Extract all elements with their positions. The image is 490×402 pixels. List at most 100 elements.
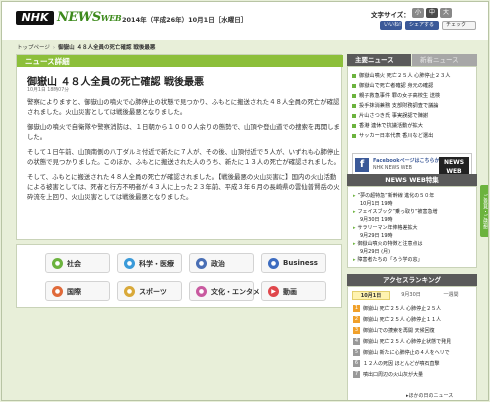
news-item[interactable]: 御嶽山噴火 死亡２５人 心肺停止２３人	[352, 72, 451, 79]
special-item-date: 9月29日 19時	[360, 233, 393, 239]
article-body: 警察によりますと、御嶽山の噴火で心肺停止の状態で見つかり、ふもとに搬送された４８…	[27, 97, 341, 207]
news-item[interactable]: 御嶽山で死亡者確認 身元の確認	[352, 82, 433, 89]
news-web-logo[interactable]: NEWSWEB	[57, 10, 122, 25]
facebook-icon: f	[355, 158, 369, 172]
special-item[interactable]: ▸ フェイスブック”乗っ取り”被害急増	[353, 208, 438, 215]
rank-number: 7	[353, 371, 360, 378]
ranking-more-label: ほかの日のニュース	[408, 393, 454, 399]
section-label: ニュース詳細	[25, 57, 70, 66]
special-item[interactable]: ▸ 障害者たちの「ろう学の窓」	[353, 256, 423, 263]
facebook-like-button[interactable]: いいね!	[380, 21, 402, 30]
genre-science-button[interactable]: ● 科学・医療	[117, 253, 182, 273]
special-item-title: 御嶽山噴火の特徴と注意点は	[357, 241, 423, 247]
article-panel: ニュース詳細 御嶽山 ４８人全員の死亡確認 戦後最悪 10月1日 18時07分 …	[16, 54, 343, 240]
bullet-icon	[352, 103, 356, 108]
special-item[interactable]: ▸ ”夢の超特急”新幹線 進化の５０年	[353, 192, 434, 199]
news-item-label: 片山さつき氏 事実誤認で陳謝	[359, 113, 429, 119]
nhk-logo[interactable]: NHK	[16, 11, 54, 25]
rank-item-title: 御嶽山 死亡２５人 心肺停止２５人	[363, 306, 442, 312]
politics-icon: ●	[196, 258, 207, 269]
font-large-button[interactable]: 大	[440, 8, 452, 18]
arrow-icon: ▸	[353, 193, 356, 199]
breadcrumb-current: 御嶽山 ４８人全員の死亡確認 戦後最悪	[58, 45, 156, 51]
rank-item[interactable]: 7 噴出口周辺の火山灰が大量	[353, 371, 423, 378]
rank-tab-week[interactable]: 一週間	[432, 291, 470, 300]
breadcrumb: トップページ › 御嶽山 ４８人全員の死亡確認 戦後最悪	[17, 43, 155, 51]
ranking-more-link[interactable]: ▸ほかの日のニュース	[406, 392, 453, 399]
article-paragraph: そして、ふもとに搬送された４８人全員の死亡が確認されました。【戦後最悪の火山災害…	[27, 173, 340, 201]
rank-item[interactable]: 2 御嶽山 死亡２５人 心肺停止１１人	[353, 316, 441, 323]
arrow-icon: ▸	[353, 241, 356, 247]
article-paragraph: そして１日午前、山頂南側の八丁ダルミ付近で新たに７人が、その後、山頂付近で５人が…	[27, 148, 340, 166]
rank-tab-today[interactable]: 10月1日	[352, 291, 390, 300]
bullet-icon	[352, 113, 356, 118]
tab-main-news[interactable]: 主要ニュース	[347, 54, 411, 66]
rank-number: 2	[353, 316, 360, 323]
news-item[interactable]: 親子救急事件 罪の女子高校生 送検	[352, 92, 440, 99]
rank-item[interactable]: 1 御嶽山 死亡２５人 心肺停止２５人	[353, 305, 441, 312]
font-size-label: 文字サイズ：	[371, 11, 410, 19]
bullet-icon	[352, 73, 356, 78]
special-item-date: 9月30日 19時	[360, 217, 393, 223]
news-item-label: 御嶽山噴火 死亡２５人 心肺停止２３人	[359, 73, 451, 79]
genre-international-button[interactable]: ● 国際	[45, 281, 110, 301]
bullet-icon	[352, 123, 356, 128]
rank-tab-yesterday[interactable]: 9月30日	[392, 291, 430, 300]
section-header: ニュース詳細	[17, 55, 343, 67]
genre-society-button[interactable]: ● 社会	[45, 253, 110, 273]
rank-item-title: 御嶽山 死亡２５人 心肺停止１１人	[363, 317, 442, 323]
special-header: NEWS WEB特集	[347, 174, 477, 186]
breadcrumb-separator: ›	[52, 45, 56, 51]
rank-item[interactable]: 5 御嶽山 新たに心肺停止の４人をヘリで	[353, 349, 450, 356]
news-item-label: サッカー日本代表 香川など選出	[359, 133, 434, 139]
bullet-icon	[352, 93, 356, 98]
rank-number: 1	[353, 305, 360, 312]
rank-item[interactable]: 6 １２人の死因 ほとんどが噴石直撃	[353, 360, 439, 367]
culture-icon: ●	[196, 286, 207, 297]
facebook-banner-text: Facebookページはこちらから	[373, 158, 445, 164]
bullet-icon	[352, 83, 356, 88]
news-item[interactable]: サッカー日本代表 香川など選出	[352, 132, 433, 139]
tab-new-news[interactable]: 新着ニュース	[412, 54, 477, 66]
rank-item[interactable]: 3 御嶽山での捜索を再開 天候回復	[353, 327, 435, 334]
logo-web-text: WEB	[100, 13, 122, 23]
breadcrumb-top[interactable]: トップページ	[17, 45, 50, 51]
facebook-share-button[interactable]: シェアする	[405, 21, 439, 30]
genre-label: 国際	[67, 288, 81, 296]
genre-culture-button[interactable]: ● 文化・エンタメ	[189, 281, 260, 301]
mixi-check-button[interactable]: チェック	[442, 21, 476, 30]
arrow-icon: ▸	[353, 257, 356, 263]
genre-sports-button[interactable]: ● スポーツ	[117, 281, 182, 301]
special-item-title: サラリーマン年俸格差拡大	[357, 225, 418, 231]
news-item[interactable]: 香港 連休で抗議活動が拡大	[352, 122, 423, 129]
international-icon: ●	[52, 286, 63, 297]
ranking-list: 10月1日 9月30日 一週間 1 御嶽山 死亡２５人 心肺停止２５人 2 御嶽山 …	[347, 286, 477, 400]
news-item-label: 香港 連休で抗議活動が拡大	[359, 123, 423, 129]
rank-item[interactable]: 4 御嶽山 死亡２５人 心肺停止状態で発見	[353, 338, 451, 345]
ranking-tabs: 10月1日 9月30日 一週間	[352, 291, 474, 300]
arrow-icon: ▸	[353, 209, 356, 215]
special-item[interactable]: ▸ 御嶽山噴火の特徴と注意点は	[353, 240, 423, 247]
feedback-tab[interactable]: ご意見・ご感想	[480, 185, 488, 237]
genre-politics-button[interactable]: ● 政治	[189, 253, 254, 273]
logo-news-text: NEWS	[57, 10, 101, 25]
news-item-label: 親子救急事件 罪の女子高校生 送検	[359, 93, 441, 99]
business-icon: ●	[268, 258, 279, 269]
genre-label: スポーツ	[139, 288, 167, 296]
genre-business-button[interactable]: ● Business	[261, 253, 326, 273]
special-item-date: 10月1日 19時	[360, 201, 393, 207]
arrow-icon: ▸	[353, 225, 356, 231]
special-item[interactable]: ▸ サラリーマン年俸格差拡大	[353, 224, 418, 231]
rank-number: 5	[353, 349, 360, 356]
genre-panel: ● 社会 ● 科学・医療 ● 政治 ● Business ● 国際 ● スポーツ ● 文化・エ…	[16, 244, 342, 308]
news-item[interactable]: 片山さつき氏 事実誤認で陳謝	[352, 112, 428, 119]
font-small-button[interactable]: 小	[412, 8, 424, 18]
bullet-icon	[352, 133, 356, 138]
news-item[interactable]: 投手抹消兼務 支部財務調査で議論	[352, 102, 438, 109]
article-time: 10月1日 18時07分	[27, 88, 70, 93]
font-medium-button[interactable]: 中	[426, 8, 438, 18]
genre-video-button[interactable]: ▶ 動画	[261, 281, 326, 301]
current-date: 2014年（平成26年）10月1日［水曜日］	[122, 16, 248, 24]
news-tabs: 主要ニュース 新着ニュース	[347, 54, 477, 66]
special-item-title: フェイスブック”乗っ取り”被害急増	[357, 209, 438, 215]
